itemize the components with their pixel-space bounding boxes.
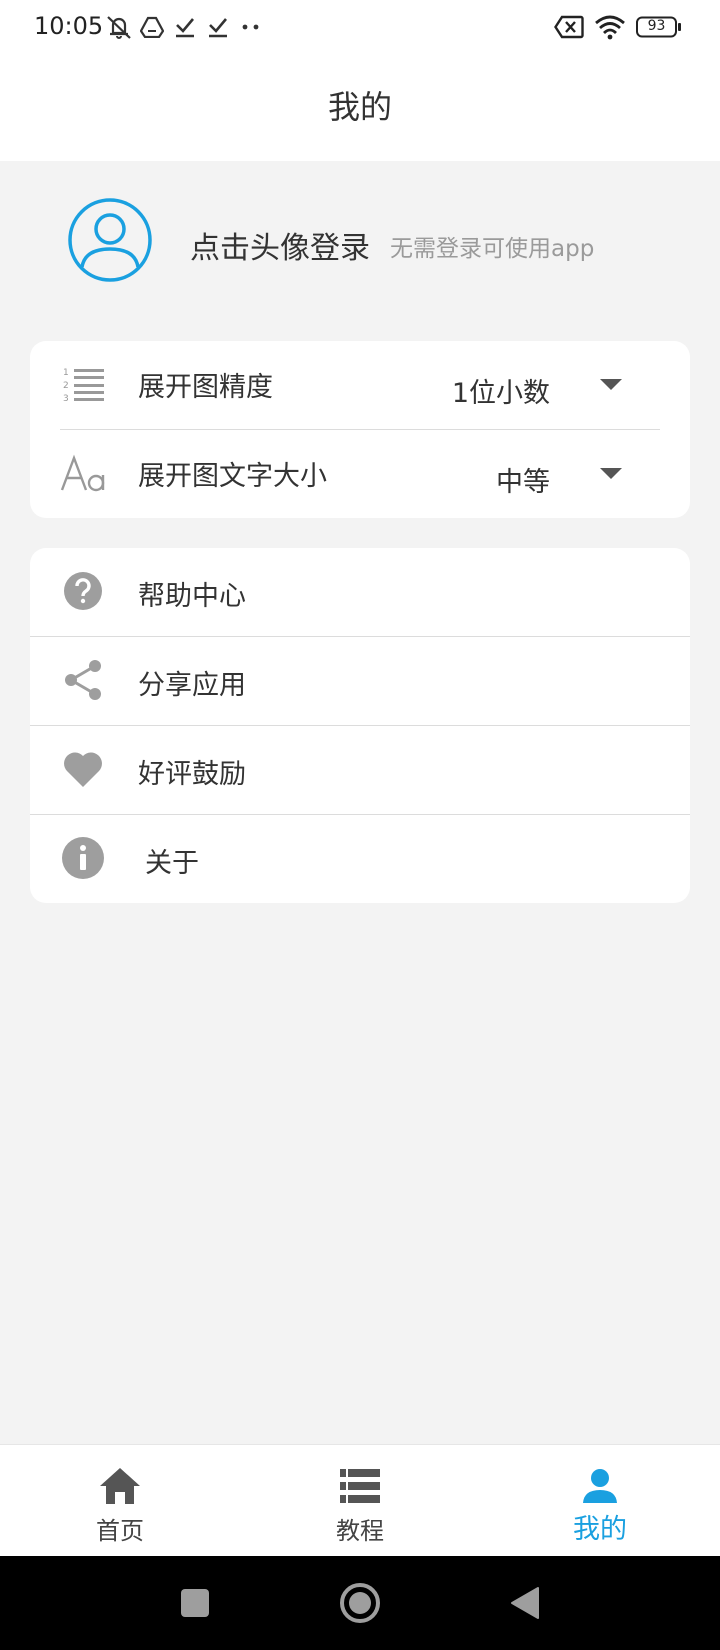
- page-title: 我的: [327, 88, 392, 126]
- profile-section: 点击头像登录 无需登录可使用app: [0, 161, 720, 321]
- list-icon: [338, 1465, 382, 1507]
- info-icon: [60, 835, 106, 881]
- circle-icon: [340, 1583, 380, 1623]
- recents-button[interactable]: [170, 1578, 220, 1628]
- status-time: 10:05: [34, 12, 104, 40]
- download-done-icon: [201, 14, 234, 40]
- avatar-button[interactable]: [67, 197, 153, 283]
- setting-row-font-size[interactable]: 展开图文字大小 中等: [30, 430, 690, 518]
- caret-down-icon[interactable]: [600, 468, 622, 479]
- tab-tutorial[interactable]: 教程: [240, 1445, 480, 1557]
- menu-item-share[interactable]: 分享应用: [30, 637, 690, 725]
- person-icon: [578, 1465, 622, 1507]
- menu-item-help[interactable]: 帮助中心: [30, 548, 690, 636]
- font-size-icon: [60, 450, 108, 498]
- numbered-list-icon: 1 2 3: [60, 361, 108, 409]
- home-button[interactable]: [335, 1578, 385, 1628]
- tab-mine[interactable]: 我的: [480, 1445, 720, 1557]
- svg-text:2: 2: [63, 381, 69, 391]
- tab-label: 教程: [336, 1517, 384, 1545]
- tab-label: 首页: [96, 1517, 144, 1545]
- tab-home[interactable]: 首页: [0, 1445, 240, 1557]
- status-icons-right: 93: [554, 12, 682, 42]
- setting-value-dropdown[interactable]: 中等: [496, 460, 550, 499]
- bottom-tab-bar: 首页 教程 我的: [0, 1444, 720, 1556]
- back-button[interactable]: [500, 1578, 550, 1628]
- download-done-icon: [168, 14, 201, 40]
- help-icon: [60, 568, 106, 614]
- settings-card: 1 2 3 展开图精度 1位小数 展开图文字大小 中等: [30, 341, 690, 518]
- share-icon: [60, 657, 106, 703]
- caret-down-icon[interactable]: [600, 379, 622, 390]
- svg-text:1: 1: [63, 368, 69, 378]
- setting-label: 展开图文字大小: [138, 461, 327, 492]
- app-bar: 我的: [0, 56, 720, 161]
- wifi-icon: [594, 14, 626, 40]
- menu-item-label: 帮助中心: [138, 581, 246, 612]
- menu-item-about[interactable]: 关于: [30, 815, 690, 903]
- menu-item-label: 好评鼓励: [138, 759, 246, 790]
- svg-text:3: 3: [63, 394, 69, 404]
- home-icon: [98, 1465, 142, 1507]
- menu-item-rate[interactable]: 好评鼓励: [30, 726, 690, 814]
- battery-icon: 93: [636, 16, 682, 38]
- status-bar: 10:05 93: [0, 0, 720, 56]
- menu-item-label: 分享应用: [138, 670, 246, 701]
- menu-card: 帮助中心 分享应用 好评鼓励 关于: [30, 548, 690, 903]
- person-outline-icon: [68, 198, 152, 282]
- notifications-muted-icon: [102, 14, 135, 40]
- setting-value-dropdown[interactable]: 1位小数: [452, 371, 550, 410]
- back-triangle-icon: [511, 1587, 539, 1619]
- setting-row-precision[interactable]: 1 2 3 展开图精度 1位小数: [30, 341, 690, 429]
- battery-level: 93: [647, 18, 666, 34]
- menu-item-label: 关于: [145, 848, 199, 879]
- tab-label: 我的: [573, 1514, 627, 1545]
- system-nav-bar: [0, 1556, 720, 1650]
- drive-icon: [135, 14, 168, 40]
- square-icon: [181, 1589, 209, 1617]
- heart-icon: [60, 746, 106, 792]
- setting-label: 展开图精度: [138, 372, 273, 403]
- sim-error-icon: [554, 15, 584, 39]
- login-hint: 无需登录可使用app: [390, 236, 595, 262]
- status-icons-left: [102, 14, 267, 40]
- more-dots-icon: [234, 14, 267, 40]
- login-prompt[interactable]: 点击头像登录: [190, 223, 370, 267]
